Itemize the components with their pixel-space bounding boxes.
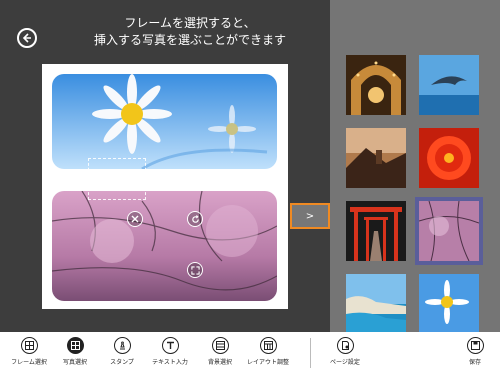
- stamp-icon: [113, 337, 131, 354]
- instruction-line-1: フレームを選択すると、: [124, 16, 256, 30]
- toolbar-divider: [310, 338, 311, 368]
- resize-photo-button[interactable]: [187, 262, 203, 278]
- thumb-cherry-blossom[interactable]: [419, 201, 479, 261]
- cherry-blossom-photo: [52, 191, 277, 301]
- rotate-photo-button[interactable]: [187, 211, 203, 227]
- thumb-red-flower[interactable]: [419, 128, 479, 188]
- arrow-left-icon: [22, 33, 31, 43]
- photo-frame-bottom[interactable]: [52, 191, 277, 301]
- layout-icon: [259, 337, 277, 354]
- thumb-dolphin[interactable]: [419, 55, 479, 115]
- delete-photo-button[interactable]: [127, 211, 143, 227]
- thumb-torii-gates[interactable]: [346, 201, 406, 261]
- thumb-daisy[interactable]: [419, 274, 479, 334]
- thumb-archway[interactable]: [346, 55, 406, 115]
- background-icon: [211, 337, 229, 354]
- page-settings-label: ページ設定: [330, 359, 360, 366]
- thumb-temple-sunset[interactable]: [346, 128, 406, 188]
- photo-grid-icon: [66, 337, 84, 354]
- save-label: 保存: [468, 359, 481, 366]
- back-button[interactable]: [17, 28, 37, 48]
- next-panel-button[interactable]: >: [290, 203, 330, 229]
- daisy-photo: [52, 74, 277, 169]
- bottom-toolbar: フレーム選択 写真選択 スタンプ テキスト入力 背景選択 レイアウト調整 ページ…: [0, 332, 500, 375]
- rotate-icon: [191, 214, 199, 223]
- layout-adjust-label: レイアウト調整: [246, 359, 289, 366]
- close-icon: [131, 215, 139, 223]
- editor-area: フレームを選択すると、 挿入する写真を選ぶことができます: [0, 0, 330, 332]
- expand-icon: [190, 265, 200, 275]
- instruction-text: フレームを選択すると、 挿入する写真を選ぶことができます: [60, 15, 320, 49]
- grid-icon: [20, 337, 38, 354]
- instruction-line-2: 挿入する写真を選ぶことができます: [93, 33, 286, 47]
- layout-adjust-button[interactable]: レイアウト調整: [238, 337, 298, 366]
- text-icon: [161, 337, 179, 354]
- page-settings-icon: [336, 337, 354, 354]
- save-button[interactable]: 保存: [445, 337, 500, 366]
- page-canvas: [42, 64, 288, 309]
- crop-selection[interactable]: [88, 158, 146, 200]
- page-settings-button[interactable]: ページ設定: [315, 337, 375, 366]
- save-icon: [466, 337, 484, 354]
- thumb-coast[interactable]: [346, 274, 406, 334]
- photo-frame-top[interactable]: [52, 74, 277, 169]
- photo-picker-panel: [330, 0, 500, 334]
